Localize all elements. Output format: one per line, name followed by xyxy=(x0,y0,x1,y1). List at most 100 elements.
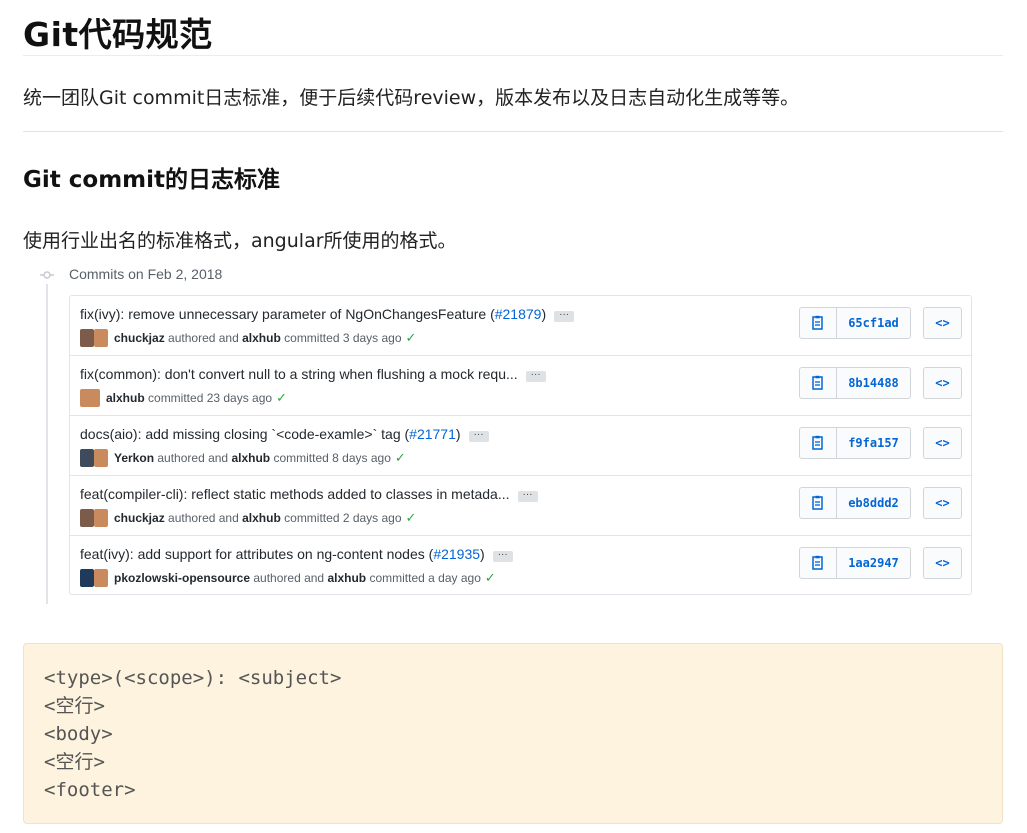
commit-message: docs(aio): add missing closing `<code-ex… xyxy=(80,426,489,442)
avatar-group[interactable] xyxy=(80,569,108,587)
expand-message-button[interactable]: ··· xyxy=(492,550,513,562)
commit-row: feat(ivy): add support for attributes on… xyxy=(70,536,971,596)
committed-text: committed 2 days ago xyxy=(284,511,402,525)
code-icon: <> xyxy=(935,496,950,510)
clipboard-icon xyxy=(812,375,823,390)
authored-text: authored and xyxy=(168,511,239,525)
commit-meta: chuckjaz authored and alxhub committed 2… xyxy=(80,509,416,527)
committer-link[interactable]: alxhub xyxy=(242,331,281,345)
avatar[interactable] xyxy=(80,449,94,467)
commit-node-icon xyxy=(40,271,54,279)
section-heading: Git commit的日志标准 xyxy=(23,167,281,193)
author-link[interactable]: pkozlowski-opensource xyxy=(114,571,250,585)
commit-sha-link[interactable]: f9fa157 xyxy=(837,428,910,458)
code-icon: <> xyxy=(935,316,950,330)
copy-sha-button[interactable] xyxy=(800,548,837,578)
committed-text: committed 8 days ago xyxy=(273,451,391,465)
committer-link[interactable]: alxhub xyxy=(242,511,281,525)
commit-message: fix(ivy): remove unnecessary parameter o… xyxy=(80,306,575,322)
browse-repo-button[interactable]: <> xyxy=(923,367,962,399)
code-icon: <> xyxy=(935,376,950,390)
commit-message: feat(ivy): add support for attributes on… xyxy=(80,546,513,562)
commit-date-heading: Commits on Feb 2, 2018 xyxy=(69,266,223,282)
commit-sha-link[interactable]: 1aa2947 xyxy=(837,548,910,578)
avatar[interactable] xyxy=(94,569,108,587)
committer-link[interactable]: alxhub xyxy=(327,571,366,585)
avatar-group[interactable] xyxy=(80,449,108,467)
commit-message-link[interactable]: fix(common): don't convert null to a str… xyxy=(80,366,518,382)
commit-message: feat(compiler-cli): reflect static metho… xyxy=(80,486,538,502)
commit-list: fix(ivy): remove unnecessary parameter o… xyxy=(69,295,972,595)
committed-text: committed 23 days ago xyxy=(148,391,273,405)
avatar[interactable] xyxy=(80,569,94,587)
clipboard-icon xyxy=(812,495,823,510)
avatar[interactable] xyxy=(94,509,108,527)
section-divider xyxy=(23,131,1003,132)
commit-message: fix(common): don't convert null to a str… xyxy=(80,366,546,382)
commit-meta: chuckjaz authored and alxhub committed 3… xyxy=(80,329,416,347)
commit-row: fix(ivy): remove unnecessary parameter o… xyxy=(70,296,971,356)
author-link[interactable]: chuckjaz xyxy=(114,511,165,525)
copy-sha-button[interactable] xyxy=(800,368,837,398)
commit-row: feat(compiler-cli): reflect static metho… xyxy=(70,476,971,536)
expand-message-button[interactable]: ··· xyxy=(525,370,546,382)
commit-sha-link[interactable]: 65cf1ad xyxy=(837,308,910,338)
intro-paragraph: 统一团队Git commit日志标准，便于后续代码review，版本发布以及日志… xyxy=(23,87,800,109)
commit-message-link[interactable]: feat(compiler-cli): reflect static metho… xyxy=(80,486,510,502)
avatar[interactable] xyxy=(94,449,108,467)
avatar-group[interactable] xyxy=(80,509,108,527)
copy-sha-button[interactable] xyxy=(800,308,837,338)
sha-button-group: 8b14488 xyxy=(799,367,911,399)
authored-text: authored and xyxy=(157,451,229,465)
avatar-group[interactable] xyxy=(80,389,100,407)
pr-link[interactable]: #21879 xyxy=(495,306,542,322)
check-icon[interactable]: ✓ xyxy=(406,330,417,346)
avatar[interactable] xyxy=(80,509,94,527)
commit-message-close: ) xyxy=(541,306,547,322)
check-icon[interactable]: ✓ xyxy=(276,390,287,406)
expand-message-button[interactable]: ··· xyxy=(468,430,489,442)
pr-link[interactable]: #21935 xyxy=(433,546,480,562)
commit-message-link[interactable]: docs(aio): add missing closing `<code-ex… xyxy=(80,426,409,442)
commit-sha-link[interactable]: eb8ddd2 xyxy=(837,488,910,518)
authored-text: authored and xyxy=(168,331,239,345)
avatar-group[interactable] xyxy=(80,329,108,347)
expand-message-button[interactable]: ··· xyxy=(554,310,575,322)
expand-message-button[interactable]: ··· xyxy=(517,490,538,502)
commit-message-link[interactable]: feat(ivy): add support for attributes on… xyxy=(80,546,433,562)
check-icon[interactable]: ✓ xyxy=(485,570,496,586)
check-icon[interactable]: ✓ xyxy=(395,450,406,466)
copy-sha-button[interactable] xyxy=(800,428,837,458)
code-line: <body> xyxy=(44,723,113,745)
browse-repo-button[interactable]: <> xyxy=(923,547,962,579)
author-link[interactable]: chuckjaz xyxy=(114,331,165,345)
commit-sha-link[interactable]: 8b14488 xyxy=(837,368,910,398)
committed-text: committed 3 days ago xyxy=(284,331,402,345)
clipboard-icon xyxy=(812,315,823,330)
sha-button-group: 1aa2947 xyxy=(799,547,911,579)
code-line: <footer> xyxy=(44,779,136,801)
browse-repo-button[interactable]: <> xyxy=(923,307,962,339)
pr-link[interactable]: #21771 xyxy=(409,426,456,442)
commit-meta: Yerkon authored and alxhub committed 8 d… xyxy=(80,449,406,467)
committer-link[interactable]: alxhub xyxy=(106,391,145,405)
avatar[interactable] xyxy=(94,329,108,347)
code-icon: <> xyxy=(935,436,950,450)
browse-repo-button[interactable]: <> xyxy=(923,487,962,519)
section-paragraph: 使用行业出名的标准格式，angular所使用的格式。 xyxy=(23,230,457,252)
author-link[interactable]: Yerkon xyxy=(114,451,154,465)
code-line: <空行> xyxy=(44,695,105,717)
check-icon[interactable]: ✓ xyxy=(406,510,417,526)
code-line: <type>(<scope>): <subject> xyxy=(44,667,342,689)
avatar[interactable] xyxy=(80,329,94,347)
sha-button-group: 65cf1ad xyxy=(799,307,911,339)
browse-repo-button[interactable]: <> xyxy=(923,427,962,459)
committer-link[interactable]: alxhub xyxy=(231,451,270,465)
copy-sha-button[interactable] xyxy=(800,488,837,518)
heading-divider xyxy=(23,55,1003,56)
commit-row: docs(aio): add missing closing `<code-ex… xyxy=(70,416,971,476)
timeline-line xyxy=(46,284,48,604)
avatar[interactable] xyxy=(80,389,100,407)
commit-message-link[interactable]: fix(ivy): remove unnecessary parameter o… xyxy=(80,306,495,322)
page-title: Git代码规范 xyxy=(23,15,213,54)
